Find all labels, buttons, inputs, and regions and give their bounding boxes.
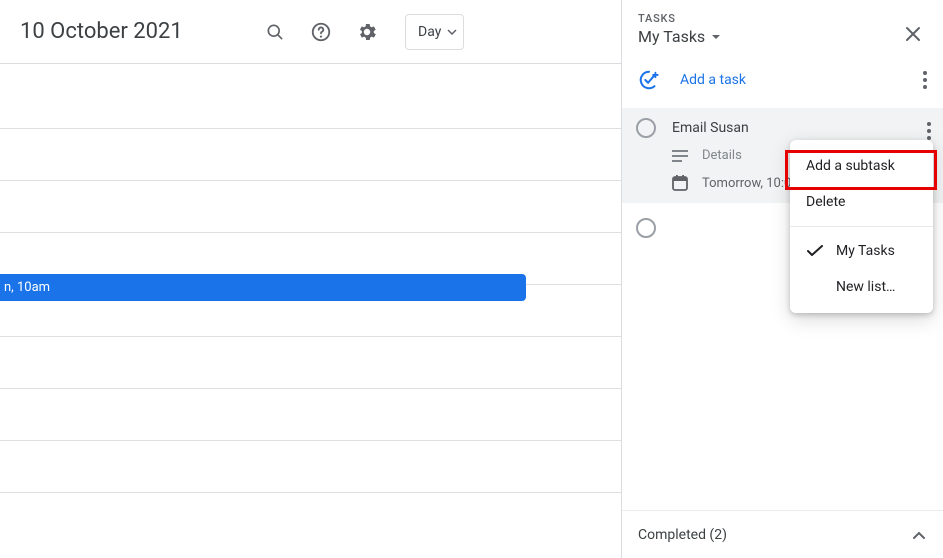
chevron-down-icon <box>711 34 721 40</box>
ctx-delete[interactable]: Delete <box>790 184 933 220</box>
close-icon[interactable] <box>901 22 925 46</box>
chevron-down-icon <box>447 29 457 35</box>
tasks-menu-icon[interactable] <box>923 71 927 89</box>
date-title: 10 October 2021 <box>20 19 183 44</box>
tasks-list-name: My Tasks <box>638 27 705 46</box>
topbar-tools: Day <box>255 12 464 52</box>
ctx-delete-label: Delete <box>806 194 845 210</box>
ctx-new-list[interactable]: New list… <box>790 269 933 305</box>
calendar-event[interactable]: n, 10am <box>0 274 526 301</box>
view-selector[interactable]: Day <box>405 14 464 50</box>
tasks-panel-label: TASKS <box>638 12 927 25</box>
ctx-add-subtask[interactable]: Add a subtask <box>790 148 933 184</box>
event-label: n, 10am <box>4 280 50 295</box>
completed-toggle[interactable]: Completed (2) <box>622 510 943 558</box>
calendar-icon <box>672 175 688 191</box>
task-complete-toggle[interactable] <box>636 218 656 238</box>
settings-icon[interactable] <box>347 12 387 52</box>
completed-label: Completed (2) <box>638 527 727 543</box>
add-task-button[interactable]: Add a task <box>638 69 746 91</box>
task-complete-toggle[interactable] <box>636 118 656 138</box>
add-task-icon <box>638 69 660 91</box>
task-context-menu: Add a subtask Delete My Tasks New list… <box>790 140 933 313</box>
view-selector-label: Day <box>418 24 441 40</box>
ctx-add-subtask-label: Add a subtask <box>806 158 895 174</box>
task-details-label: Details <box>702 148 742 163</box>
ctx-newlist-label: New list… <box>836 279 895 295</box>
tasks-list-selector[interactable]: My Tasks <box>638 27 927 46</box>
tasks-add-row: Add a task <box>622 52 943 108</box>
task-date-label: Tomorrow, 10:00 <box>702 176 799 191</box>
check-icon <box>806 245 824 257</box>
ctx-list-mytasks[interactable]: My Tasks <box>790 233 933 269</box>
ctx-separator <box>790 226 933 227</box>
ctx-mytasks-label: My Tasks <box>836 243 895 259</box>
help-icon[interactable] <box>301 12 341 52</box>
details-icon <box>672 150 688 162</box>
chevron-up-icon <box>913 531 925 539</box>
add-task-label: Add a task <box>680 72 746 88</box>
task-title: Email Susan <box>672 120 749 136</box>
tasks-header: TASKS My Tasks <box>622 0 943 52</box>
search-icon[interactable] <box>255 12 295 52</box>
